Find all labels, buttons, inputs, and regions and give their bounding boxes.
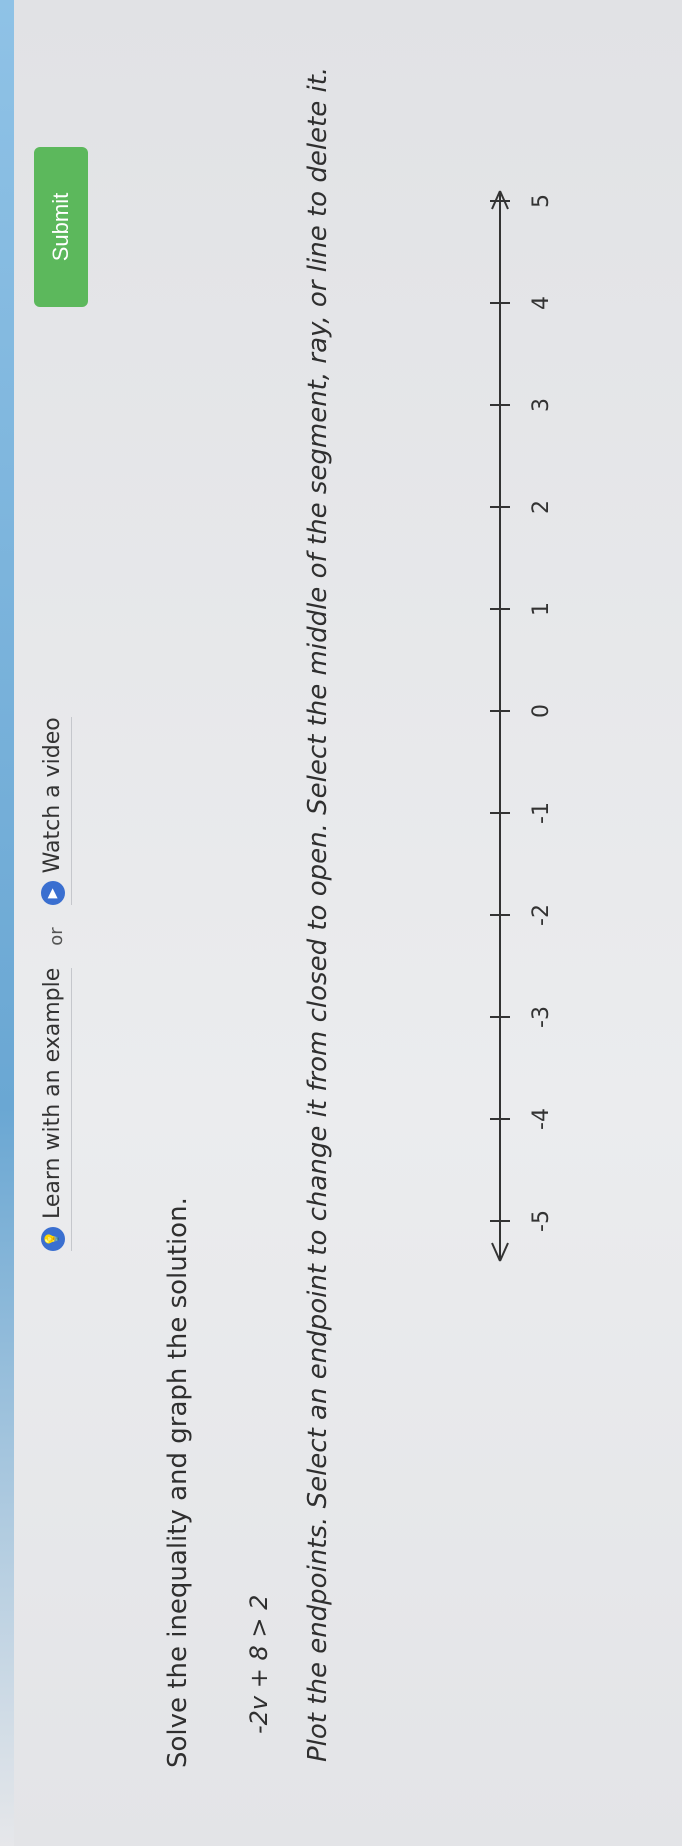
tick-label: -4 [529, 1108, 554, 1130]
tick-label: -5 [529, 1210, 554, 1232]
question-card: 💡 Learn with an example or ▶ Watch a vid… [0, 0, 682, 1846]
submit-button[interactable]: Submit [34, 147, 88, 307]
tick-label: 3 [529, 398, 554, 412]
tick-label: -1 [529, 802, 554, 824]
tick-label: 0 [529, 704, 554, 718]
tick-label: 2 [529, 500, 554, 514]
tick-label: 1 [529, 602, 554, 616]
tick-label: -2 [529, 904, 554, 926]
number-line[interactable]: -5 -4 -3 -2 -1 0 1 2 3 4 5 [0, 0, 682, 1846]
tick-label: 4 [529, 296, 554, 310]
tick-label: -3 [529, 1006, 554, 1028]
tick-label: 5 [529, 194, 554, 208]
